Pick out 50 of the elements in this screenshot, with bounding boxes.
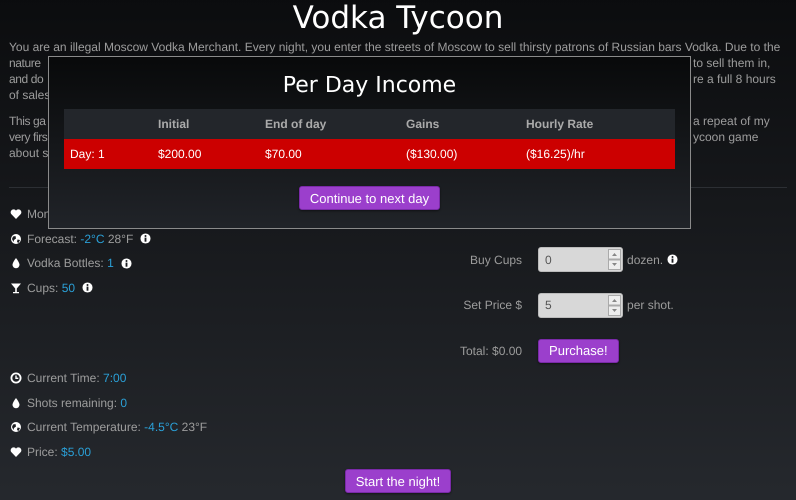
column-header: Hourly Rate [525,117,594,131]
info-icon[interactable] [120,258,132,269]
intro-text: to sell them in, [693,55,770,71]
intro-text: ycoon game [693,129,758,145]
table-cell-text: $70.00 [264,147,303,161]
continue-button[interactable]: Continue to next day [298,186,440,210]
globe-icon [10,421,22,434]
total-text: Total: $0.00 [460,344,522,358]
dialog-title: Per Day Income [282,72,456,100]
stat-text: Current Time: 7:00 [27,371,126,386]
globe-icon [10,232,22,245]
clock-icon [10,372,22,384]
intro-text: nature [9,55,41,71]
drop-icon [10,396,22,409]
stat-text: Shots remaining: 0 [27,396,128,410]
column-header: End of day [264,117,328,131]
intro-text: a repeat of my [693,113,770,129]
start-night-button[interactable]: Start the night! [344,469,452,493]
intro-text: about s [9,145,48,161]
drop-icon [10,257,22,270]
intro-text: You are an illegal Moscow Vodka Merchant. Every night, you enter the streets of Moscow to sell thirsty patrons of Russian bars Vodka. Due to the [9,39,780,55]
intro-text: very firs [9,129,48,145]
table-cell-text: Day: 1 [69,147,106,161]
field-label: Set Price $ [462,298,522,312]
stat-text: Price: $5.00 [27,444,92,459]
intro-text: re a full 8 hours [693,71,776,87]
intro-text: and do [9,71,44,87]
info-icon[interactable] [82,282,94,294]
field-label: Buy Cups [469,252,522,267]
info-icon[interactable] [140,233,152,244]
cocktail-glass-icon [10,282,22,294]
table-cell-text: ($130.00) [405,147,458,161]
field-suffix: per shot. [627,298,674,312]
stat-text: Vodka Bottles: 1 [27,256,114,270]
column-header: Initial [157,117,190,131]
table-cell-text: $200.00 [157,147,202,161]
page-title: Vodka Tycoon [292,0,504,33]
stat-text: Forecast: -2°C 28°F [27,232,134,246]
heart-icon [10,208,22,220]
stat-text: Current Temperature: -4.5°C 23°F [27,420,208,434]
spinner-icon[interactable] [608,249,622,270]
heart-icon [10,446,22,458]
field-suffix: dozen. [627,252,664,267]
spinner-icon[interactable] [608,294,622,316]
info-icon[interactable] [667,254,678,266]
stat-text: Cups: 50 [27,280,76,295]
intro-text: This ga [9,113,46,129]
purchase-button[interactable]: Purchase! [538,338,619,363]
table-cell-text: ($16.25)/hr [525,147,586,161]
column-header: Gains [405,117,440,131]
